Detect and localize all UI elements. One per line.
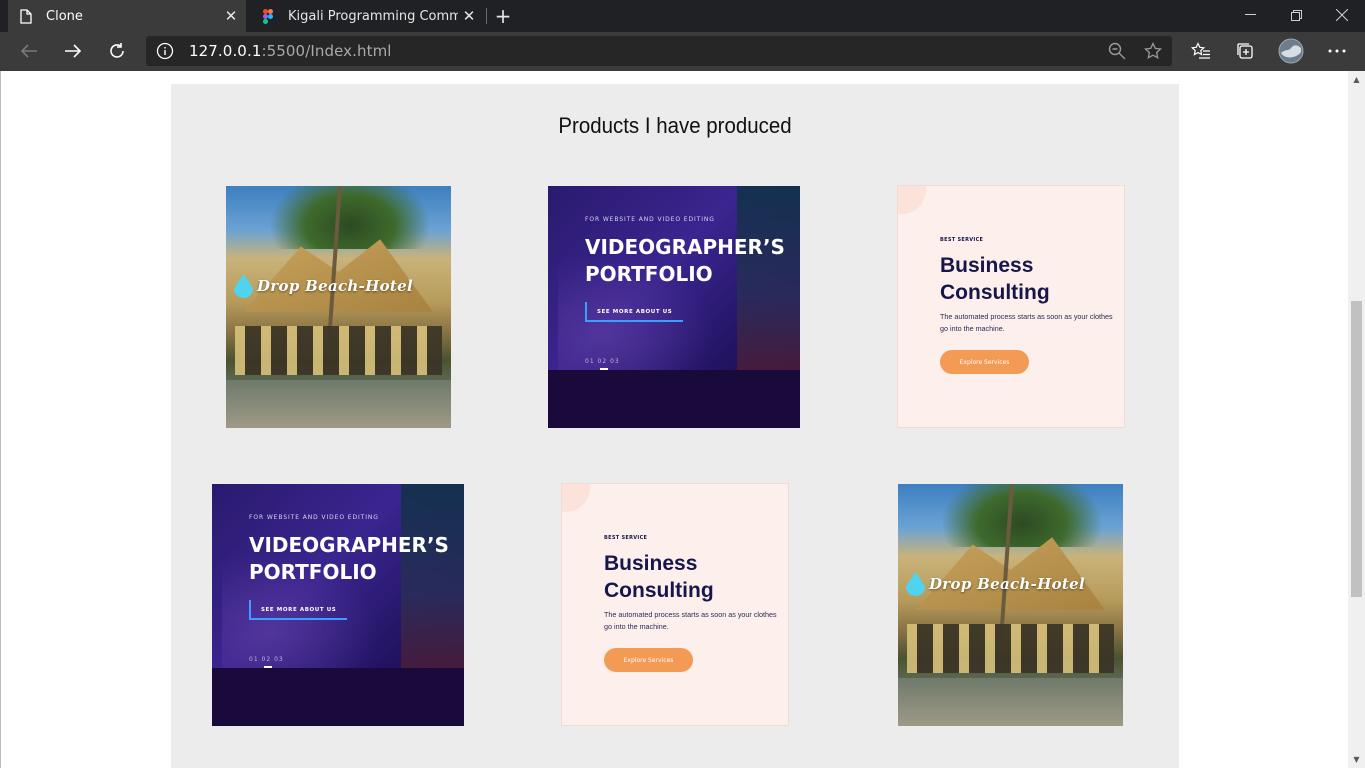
info-icon[interactable] [156,42,174,60]
biz-eyebrow: BEST SERVICE [604,535,648,541]
page-left-border [0,71,1,768]
slide-pager: 01 02 03 [249,656,284,663]
see-more-link: SEE MORE ABOUT US [261,607,337,613]
building-columns [235,326,442,375]
biz-headline: Business Consulting [940,252,1050,306]
product-card-videographer[interactable]: FOR WEBSITE AND VIDEO EDITING VIDEOGRAPH… [212,484,464,726]
pool-water [226,379,451,428]
headline-line1: VIDEOGRAPHER’S [585,235,785,259]
corner-decoration [898,186,926,214]
product-card-business[interactable]: BEST SERVICE Business Consulting The aut… [561,483,789,726]
product-card-hotel[interactable]: Drop Beach-Hotel [898,484,1123,726]
product-card-hotel[interactable]: Drop Beach-Hotel [226,186,451,428]
video-headline: VIDEOGRAPHER’S PORTFOLIO [249,532,449,586]
collections-icon[interactable] [1229,35,1261,67]
product-card-videographer[interactable]: FOR WEBSITE AND VIDEO EDITING VIDEOGRAPH… [548,186,800,428]
tab-kigali[interactable]: Kigali Programming Community ✕ [250,0,484,32]
profile-avatar-icon[interactable] [1275,35,1307,67]
explore-services-button: Explore Services [604,648,693,672]
hotel-brand: Drop Beach-Hotel [906,572,1085,596]
footer-band [212,667,464,726]
scroll-up-arrow-icon[interactable]: ▲ [1352,75,1361,84]
url-host: 127.0.0.1 [189,42,262,60]
tab-title: Clone [46,8,83,24]
slide-pager: 01 02 03 [585,358,620,365]
tab-clone[interactable]: Clone ✕ [8,0,246,32]
palm-fronds [943,484,1101,547]
section-title: Products I have produced [558,113,792,138]
biz-description: The automated process starts as soon as … [940,312,1113,333]
restore-icon[interactable] [1273,0,1319,30]
headline-line2: Consulting [940,281,1050,304]
video-headline: VIDEOGRAPHER’S PORTFOLIO [585,234,785,288]
minimize-icon[interactable] [1227,0,1273,30]
favorite-star-icon[interactable] [1137,35,1169,67]
product-card-business[interactable]: BEST SERVICE Business Consulting The aut… [897,185,1125,428]
pager-active-indicator [264,666,272,668]
close-icon[interactable]: ✕ [458,5,480,27]
refresh-icon[interactable] [101,35,133,67]
close-window-icon[interactable] [1319,0,1365,30]
hotel-brand: Drop Beach-Hotel [234,274,413,298]
favorites-list-icon[interactable] [1185,35,1217,67]
pager-active-indicator [600,368,608,370]
palm-fronds [271,186,429,249]
corner-decoration [562,484,590,512]
headline-line1: Business [604,552,698,575]
scrollbar-thumb[interactable] [1351,301,1362,597]
biz-eyebrow: BEST SERVICE [940,237,984,243]
page-icon [18,8,34,24]
video-eyebrow: FOR WEBSITE AND VIDEO EDITING [249,514,379,521]
water-drop-icon [906,572,925,596]
tab-title: Kigali Programming Community [288,8,458,24]
headline-line2: PORTFOLIO [585,262,713,286]
footer-band [548,369,800,428]
see-more-link: SEE MORE ABOUT US [597,309,673,315]
explore-services-button: Explore Services [940,350,1029,374]
scroll-down-arrow-icon[interactable]: ▼ [1352,755,1361,764]
headline-line1: Business [940,254,1034,277]
headline-line2: PORTFOLIO [249,560,377,584]
pool-water [898,677,1123,726]
hotel-brand-text: Drop Beach-Hotel [929,575,1085,593]
forward-icon[interactable] [57,35,89,67]
more-menu-icon[interactable] [1321,35,1353,67]
new-tab-icon[interactable]: + [492,4,514,28]
biz-description: The automated process starts as soon as … [604,610,777,631]
url-path: :5500/Index.html [261,42,392,60]
water-drop-icon [234,274,253,298]
close-icon[interactable]: ✕ [220,5,242,27]
url-text[interactable]: 127.0.0.1:5500/Index.html [189,42,392,60]
biz-headline: Business Consulting [604,550,714,604]
video-eyebrow: FOR WEBSITE AND VIDEO EDITING [585,216,715,223]
zoom-icon[interactable] [1101,35,1133,67]
figma-icon [260,8,276,24]
tab-separator [486,8,487,24]
headline-line2: Consulting [604,579,714,602]
hotel-brand-text: Drop Beach-Hotel [257,277,413,295]
building-columns [907,624,1114,673]
back-icon[interactable] [13,35,45,67]
headline-line1: VIDEOGRAPHER’S [249,533,449,557]
